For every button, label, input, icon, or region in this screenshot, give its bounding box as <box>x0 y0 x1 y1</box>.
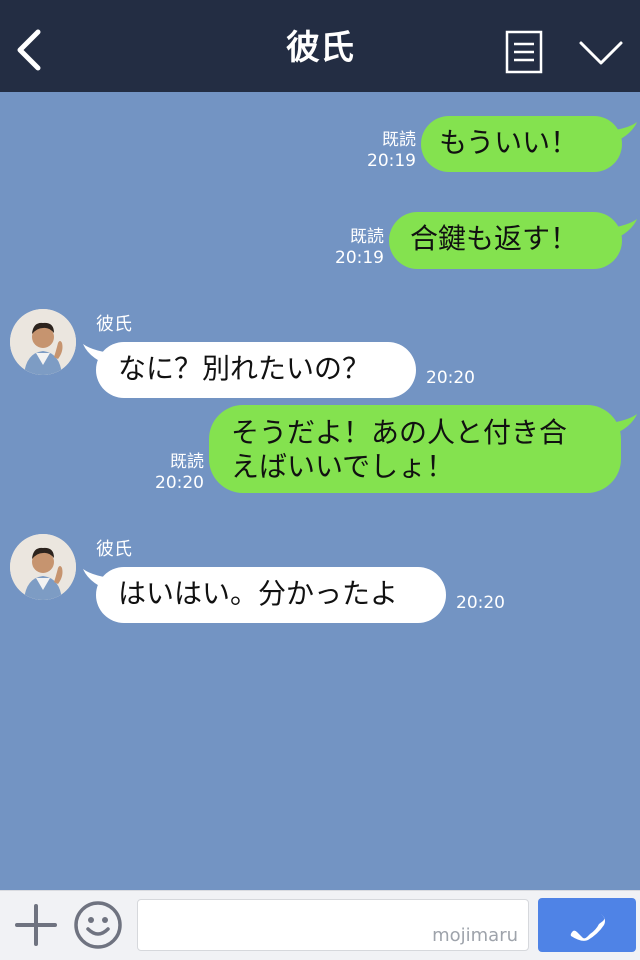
smiley-icon <box>74 901 122 949</box>
phone-icon <box>570 911 605 941</box>
watermark: mojimaru <box>432 925 518 946</box>
message-text-line: そうだよ！あの人と付き合 <box>231 416 568 449</box>
back-button[interactable] <box>12 26 48 74</box>
chevron-down-icon <box>579 41 623 65</box>
chevron-left-icon <box>17 29 41 71</box>
chat-title: 彼氏 <box>286 28 354 68</box>
message-text: もういい！ <box>439 126 579 159</box>
chat-area[interactable]: 既読 20:19 もういい！ 既読 20:19 合鍵も返す！ 彼氏 なに？別れた… <box>0 92 640 890</box>
timestamp: 20:20 <box>456 593 505 613</box>
avatar[interactable] <box>10 534 76 600</box>
timestamp: 20:19 <box>335 248 384 268</box>
sender-name: 彼氏 <box>96 539 132 560</box>
menu-button[interactable] <box>504 30 544 74</box>
message-meta: 既読 20:19 <box>318 227 384 269</box>
outgoing-message-bubble[interactable]: もういい！ <box>421 116 622 172</box>
incoming-message-bubble[interactable]: なに？別れたいの？ <box>96 342 416 398</box>
call-button[interactable] <box>538 898 636 952</box>
timestamp: 20:20 <box>155 473 204 493</box>
avatar-image <box>10 534 76 600</box>
avatar[interactable] <box>10 309 76 375</box>
message-meta: 既読 20:20 <box>138 452 204 494</box>
incoming-message-bubble[interactable]: はいはい。分かったよ <box>96 567 446 623</box>
sender-name: 彼氏 <box>96 314 132 335</box>
add-button[interactable] <box>12 901 60 949</box>
timestamp: 20:20 <box>426 368 475 388</box>
message-text: なに？別れたいの？ <box>118 352 371 385</box>
message-text: はいはい。分かったよ <box>118 577 399 610</box>
input-bar: mojimaru <box>0 890 640 960</box>
outgoing-message-bubble[interactable]: 合鍵も返す！ <box>389 212 622 269</box>
message-text: 合鍵も返す！ <box>410 222 579 255</box>
message-meta: 既読 20:19 <box>350 130 416 172</box>
avatar-image <box>10 309 76 375</box>
message-text-line: えばいいでしょ！ <box>231 450 455 483</box>
emoji-button[interactable] <box>72 899 124 951</box>
document-list-icon <box>505 30 543 74</box>
plus-icon <box>15 904 57 946</box>
read-receipt: 既読 <box>382 130 416 150</box>
message-input[interactable]: mojimaru <box>137 899 529 951</box>
outgoing-message-bubble[interactable]: そうだよ！あの人と付き合 えばいいでしょ！ <box>209 405 621 493</box>
timestamp: 20:19 <box>367 151 416 171</box>
collapse-button[interactable] <box>576 34 626 70</box>
read-receipt: 既読 <box>170 452 204 472</box>
read-receipt: 既読 <box>350 227 384 247</box>
chat-header: 彼氏 <box>0 0 640 92</box>
